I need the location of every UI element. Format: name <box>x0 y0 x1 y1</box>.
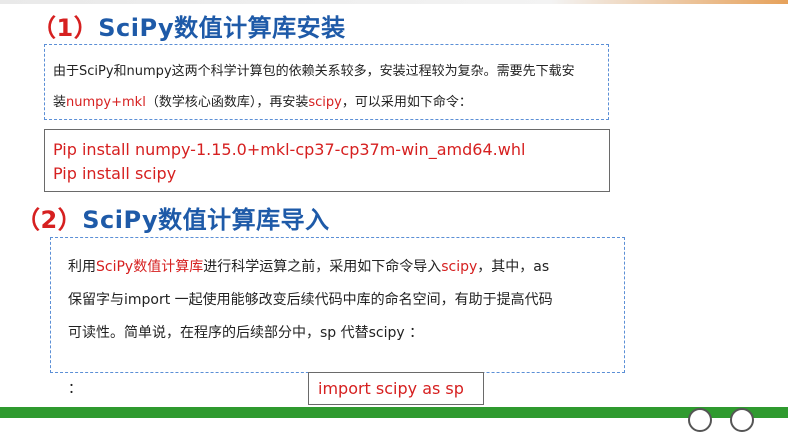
highlight-scipy: scipy <box>441 259 478 275</box>
install-command-numpy: Pip install numpy-1.15.0+mkl-cp37-cp37m-… <box>53 140 526 159</box>
text-segment: 进行科学运算之前，采用如下命令导入 <box>203 259 442 275</box>
text-segment: 装 <box>53 95 67 110</box>
text-segment: （数学核心函数库），再安装 <box>145 95 309 110</box>
section-1-heading-text: SciPy数值计算库安装 <box>98 14 346 42</box>
bottom-bar <box>0 407 788 418</box>
import-command: import scipy as sp <box>318 379 464 398</box>
section-1-paragraph-line-2: 装numpy+mkl（数学核心函数库），再安装scipy，可以采用如下命令： <box>53 91 472 110</box>
section-2-heading-number: （2） <box>16 206 83 234</box>
highlight-scipy-library: SciPy数值计算库 <box>96 259 204 275</box>
top-rule <box>0 0 788 4</box>
nav-circle-icon[interactable] <box>688 408 712 432</box>
section-2-paragraph-line-2: 保留字与import 一起使用能够改变后续代码中库的命名空间，有助于提高代码 <box>68 292 553 308</box>
section-2-paragraph-line-4: ： <box>68 381 82 397</box>
section-2-paragraph-line-3: 可读性。简单说，在程序的后续部分中，sp 代替scipy ： <box>68 325 424 341</box>
nav-circle-icon[interactable] <box>730 408 754 432</box>
section-2-heading: （2）SciPy数值计算库导入 <box>16 200 330 235</box>
section-1-heading-number: （1） <box>32 14 99 42</box>
section-2-heading-text: SciPy数值计算库导入 <box>82 206 330 234</box>
text-segment: 利用 <box>68 259 96 275</box>
text-segment: ，其中，as <box>477 259 550 275</box>
highlight-scipy: scipy <box>308 95 342 110</box>
section-1-heading: （1）SciPy数值计算库安装 <box>32 8 346 43</box>
highlight-numpy-mkl: numpy+mkl <box>66 95 146 110</box>
text-segment: ，可以采用如下命令： <box>341 95 472 110</box>
install-command-scipy: Pip install scipy <box>53 164 177 183</box>
section-2-paragraph-line-1: 利用SciPy数值计算库进行科学运算之前，采用如下命令导入scipy，其中，as <box>68 256 549 276</box>
section-1-paragraph-line-1: 由于SciPy和numpy这两个科学计算包的依赖关系较多，安装过程较为复杂。需要… <box>53 64 575 79</box>
